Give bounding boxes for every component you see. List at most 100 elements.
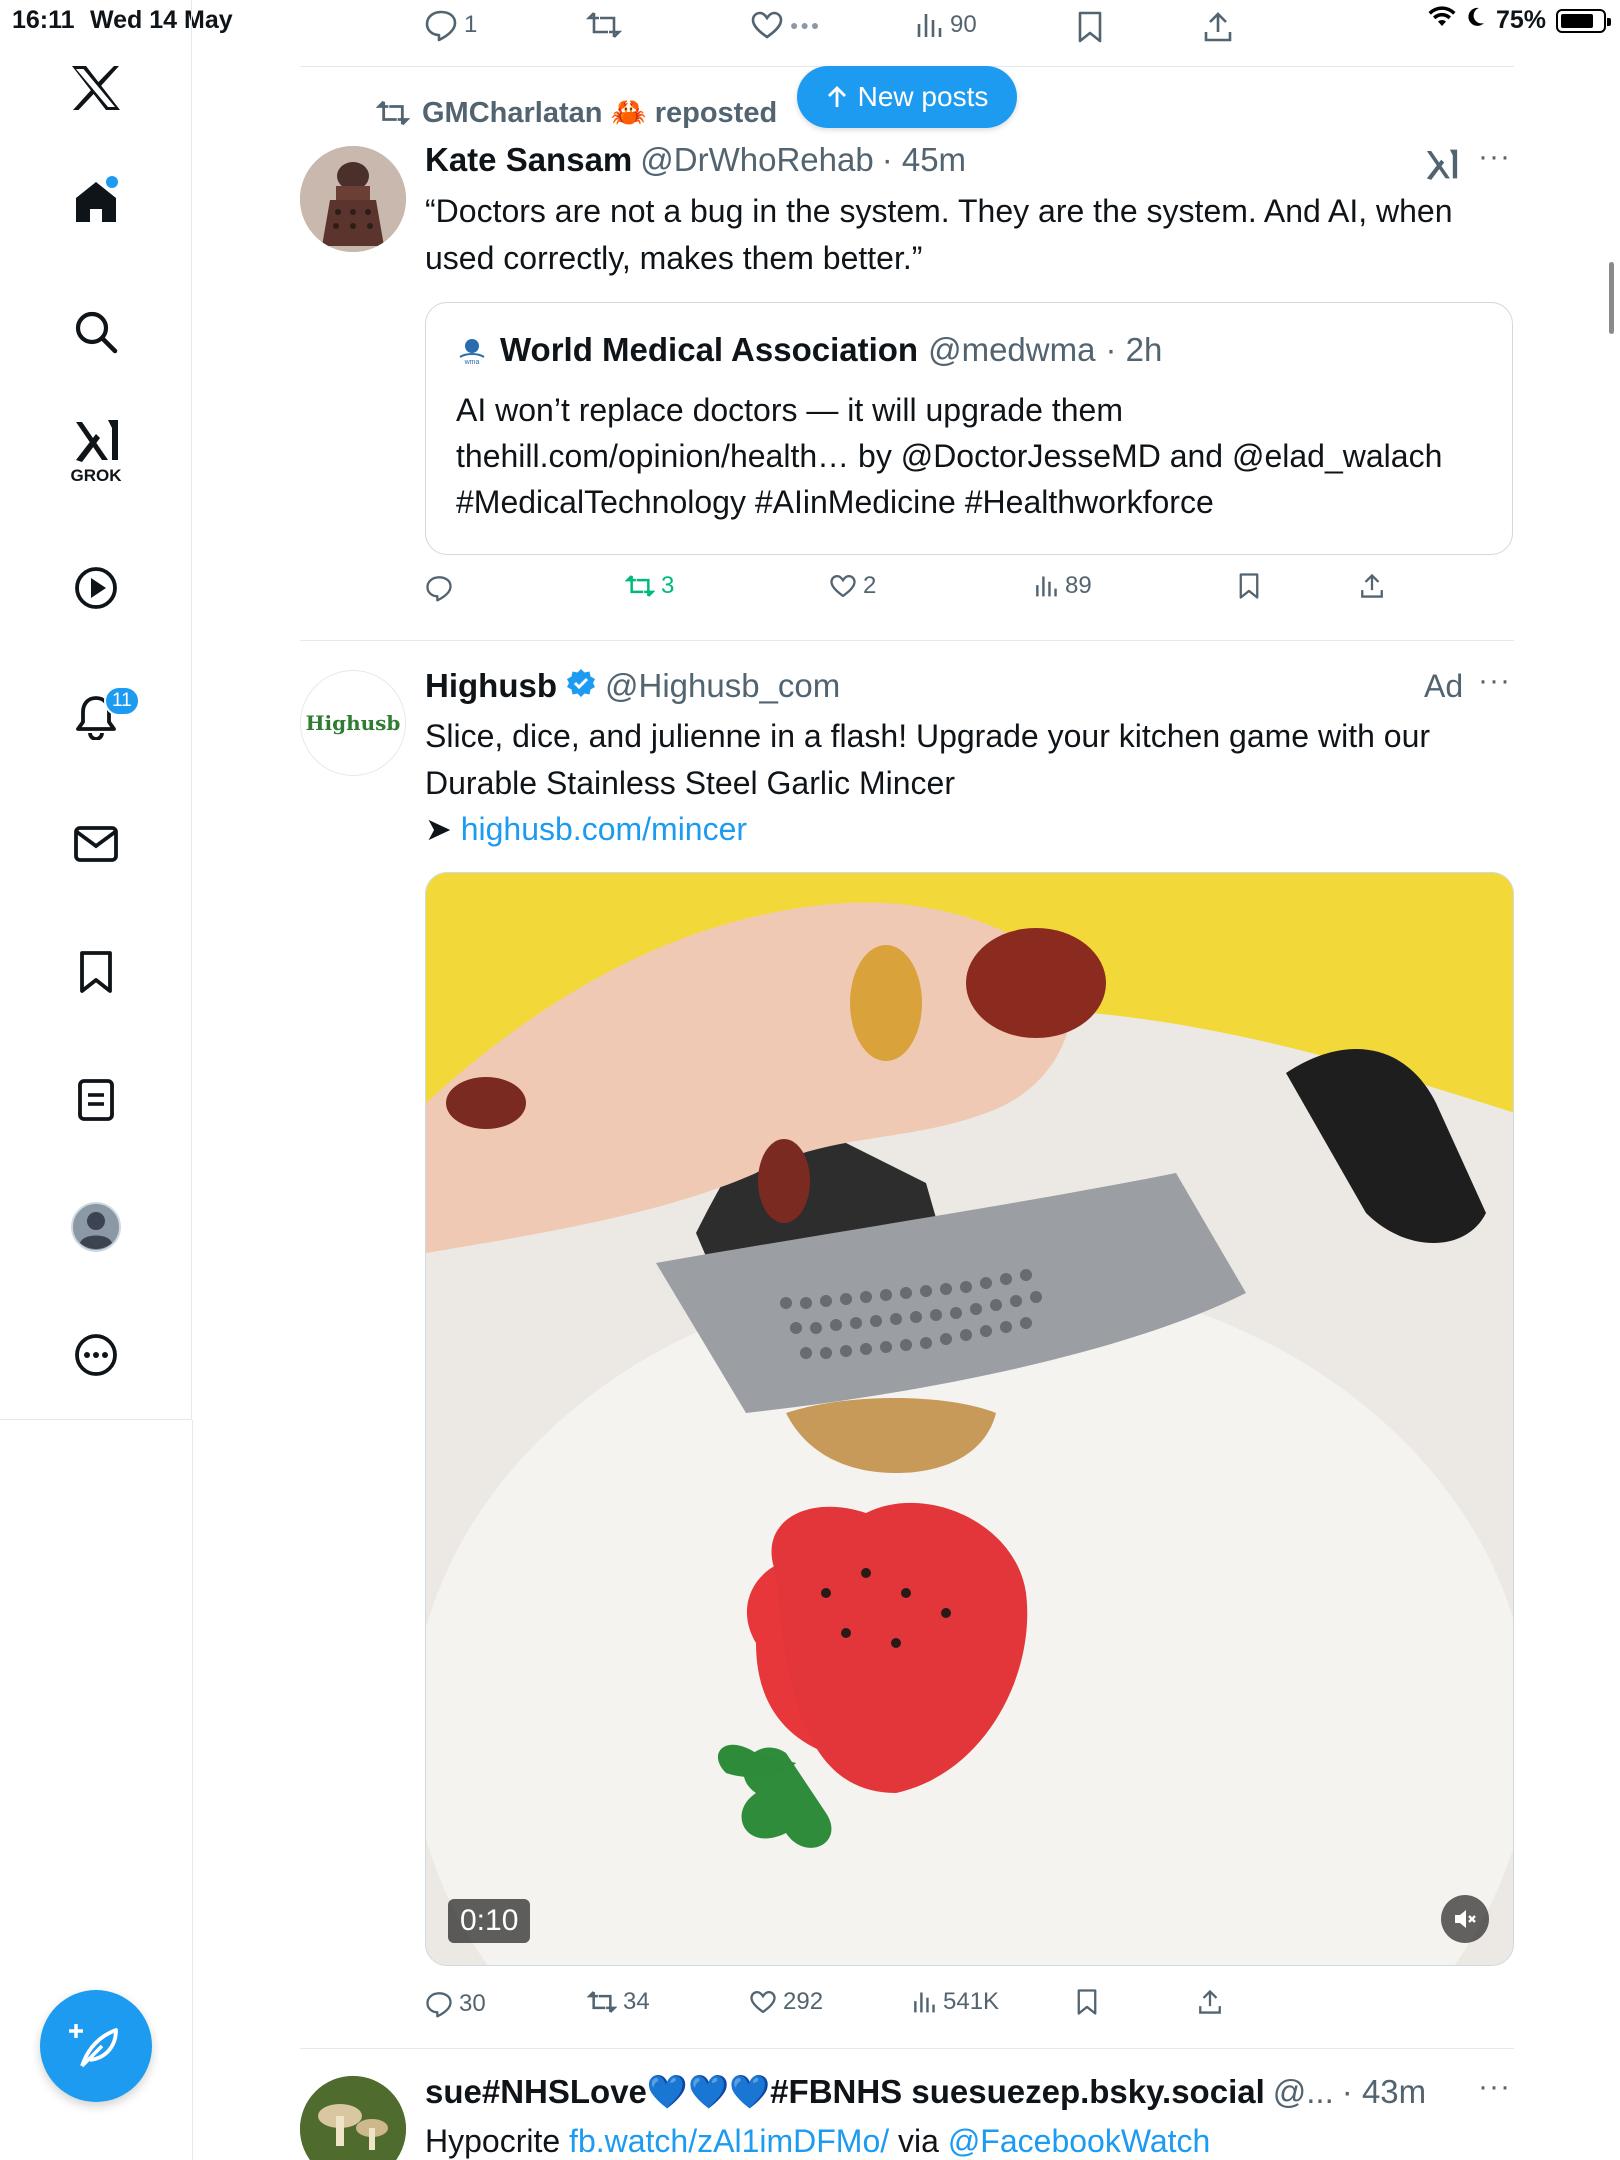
author-handle[interactable]: @Highusb_com xyxy=(605,667,840,705)
dalek-avatar-icon xyxy=(300,146,406,252)
bookmark-button[interactable] xyxy=(1237,572,1261,600)
home-unread-dot xyxy=(106,176,118,188)
reply-count: 1 xyxy=(464,11,478,38)
home-icon[interactable] xyxy=(0,152,192,252)
avatar-logo-text: Highusb xyxy=(305,711,401,735)
profile-icon[interactable] xyxy=(0,1177,192,1277)
repost-icon xyxy=(625,575,655,597)
more-options-icon[interactable]: ··· xyxy=(1478,2070,1511,2104)
author-handle[interactable]: @... xyxy=(1273,2073,1334,2111)
author-handle[interactable]: @DrWhoRehab xyxy=(640,141,873,179)
more-options-icon[interactable]: ··· xyxy=(1478,140,1511,174)
repost-context[interactable]: GMCharlatan 🦀 reposted xyxy=(376,96,777,130)
repost-by-text: GMCharlatan 🦀 reposted xyxy=(422,97,778,129)
grok-label: GROK xyxy=(70,466,122,485)
avatar[interactable]: Highusb xyxy=(300,670,406,776)
quoted-time: · 2h xyxy=(1105,331,1163,368)
views-icon xyxy=(1036,576,1057,597)
views-button[interactable]: 90 xyxy=(914,10,977,40)
compose-post-button[interactable] xyxy=(40,1990,152,2102)
notification-count-badge: 11 xyxy=(104,686,140,716)
video-player[interactable]: 0:10 xyxy=(425,872,1514,1966)
views-button[interactable]: 541K xyxy=(911,1988,999,2016)
messages-icon[interactable] xyxy=(0,794,192,894)
tweet-link[interactable]: fb.watch/zAl1imDFMo/ xyxy=(569,2123,889,2159)
like-count: 292 xyxy=(783,1988,824,2015)
grok-icon[interactable]: GROK xyxy=(0,400,192,500)
heart-icon xyxy=(751,11,783,39)
heart-icon xyxy=(830,574,856,598)
battery-percent: 75% xyxy=(1495,6,1546,34)
feed-divider xyxy=(300,640,1514,641)
repost-button[interactable]: 34 xyxy=(587,1988,650,2016)
like-button[interactable]: 292 xyxy=(749,1988,823,2016)
x-logo-icon[interactable] xyxy=(0,38,192,138)
sidebar-border xyxy=(192,1420,193,2160)
share-icon xyxy=(1199,1989,1221,2014)
author-name[interactable]: Kate Sansam xyxy=(425,141,632,179)
repost-button[interactable]: 3 xyxy=(625,572,674,600)
wifi-icon xyxy=(1428,6,1456,35)
bookmark-icon xyxy=(1077,1989,1097,2015)
tweet-text: “Doctors are not a bug in the system. Th… xyxy=(425,193,1453,276)
ad-label: Ad xyxy=(1424,668,1464,704)
tweet-author-line: sue#NHSLove💙💙💙#FBNHS suesuezep.bsky.soci… xyxy=(425,2073,1426,2112)
views-count: 541K xyxy=(943,1988,1000,2015)
tweet-time[interactable]: · 43m xyxy=(1342,2073,1426,2111)
tweet-time[interactable]: · 45m xyxy=(882,141,966,179)
repost-count: 3 xyxy=(661,572,675,599)
reply-button[interactable] xyxy=(425,574,453,602)
author-name[interactable]: sue#NHSLove💙💙💙#FBNHS suesuezep.bsky.soci… xyxy=(425,2073,1265,2112)
reply-button[interactable]: 1 xyxy=(424,8,477,42)
views-count: 90 xyxy=(950,11,977,38)
video-icon[interactable] xyxy=(0,538,192,638)
views-count: 89 xyxy=(1065,572,1092,599)
share-button[interactable] xyxy=(1197,1988,1223,2016)
muted-speaker-icon xyxy=(1455,1910,1476,1928)
ad-link[interactable]: highusb.com/mincer xyxy=(461,811,747,847)
grok-icon[interactable] xyxy=(1424,146,1460,187)
moon-icon xyxy=(1466,6,1486,35)
author-name[interactable]: Highusb xyxy=(425,667,557,705)
heart-icon xyxy=(750,1990,776,2014)
share-icon xyxy=(1361,573,1383,598)
bookmark-button[interactable] xyxy=(1076,10,1104,44)
mushroom-avatar-icon xyxy=(300,2076,406,2160)
views-icon xyxy=(914,1992,935,2013)
mention-link[interactable]: @FacebookWatch xyxy=(948,2123,1211,2159)
new-posts-button[interactable]: New posts xyxy=(797,66,1017,128)
quoted-author-handle: @medwma xyxy=(928,331,1096,368)
bookmark-button[interactable] xyxy=(1075,1988,1099,2016)
feed-divider xyxy=(300,2048,1514,2049)
reply-button[interactable]: 30 xyxy=(425,1990,486,2018)
video-frame-illustration xyxy=(426,873,1513,1965)
views-button[interactable]: 89 xyxy=(1033,572,1092,600)
tweet-link-line: ➤ highusb.com/mincer xyxy=(425,806,747,853)
share-button[interactable] xyxy=(1202,10,1234,44)
scrollbar-thumb[interactable] xyxy=(1609,262,1614,334)
avatar[interactable] xyxy=(300,146,406,252)
notifications-icon[interactable]: 11 xyxy=(0,666,192,766)
like-count: 2 xyxy=(863,572,877,599)
tweet-text: Hypocrite fb.watch/zAl1imDFMo/ via @Face… xyxy=(425,2118,1210,2160)
like-button[interactable]: 2 xyxy=(829,572,876,600)
lists-icon[interactable] xyxy=(0,1050,192,1150)
like-button[interactable]: ●●● xyxy=(750,10,821,40)
avatar[interactable] xyxy=(300,2076,406,2160)
share-button[interactable] xyxy=(1359,572,1385,600)
more-icon[interactable] xyxy=(0,1305,192,1405)
tweet-text-prefix: Hypocrite xyxy=(425,2123,561,2159)
sidebar: GROK 11 xyxy=(0,0,192,1420)
mute-button[interactable] xyxy=(1441,1895,1489,1943)
wma-logo-icon: wma xyxy=(459,339,485,365)
like-count-animating: ●●● xyxy=(790,17,822,33)
more-options-icon[interactable]: ··· xyxy=(1478,664,1511,698)
repost-button[interactable] xyxy=(586,10,622,40)
quoted-tweet[interactable]: wma World Medical Association @medwma · … xyxy=(425,302,1513,555)
search-icon[interactable] xyxy=(0,282,192,382)
quoted-text: AI won’t replace doctors — it will upgra… xyxy=(456,392,1443,520)
video-duration: 0:10 xyxy=(448,1899,531,1943)
quoted-author-name: World Medical Association xyxy=(500,331,919,368)
new-posts-label: New posts xyxy=(857,81,989,112)
bookmarks-icon[interactable] xyxy=(0,922,192,1022)
